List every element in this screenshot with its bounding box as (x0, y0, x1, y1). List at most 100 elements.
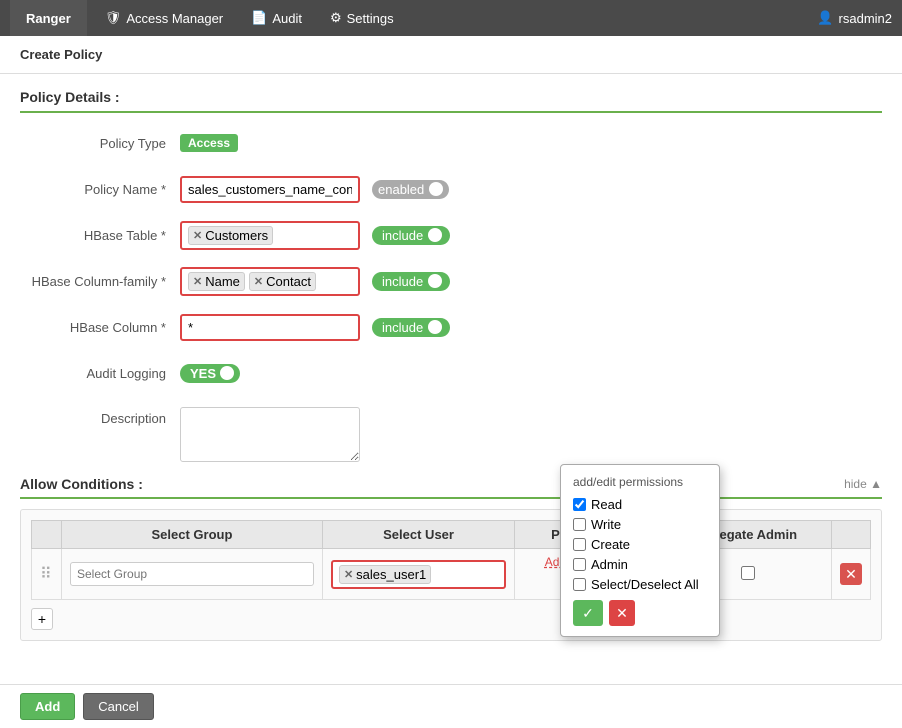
name-tag-label: Name (205, 274, 240, 289)
perm-read-row: Read (573, 497, 707, 512)
drag-cell: ⠿ (32, 549, 62, 600)
hide-link[interactable]: hide ▲ (844, 477, 882, 491)
allow-conditions-title: Allow Conditions : (20, 476, 143, 492)
description-group: Description (20, 403, 882, 462)
perm-write-label: Write (591, 517, 621, 532)
hbase-table-include-label: include (382, 228, 423, 243)
policy-type-group: Policy Type Access (20, 127, 882, 159)
perm-admin-row: Admin (573, 557, 707, 572)
perm-write-row: Write (573, 517, 707, 532)
policy-type-badge: Access (180, 134, 238, 152)
customers-tag-remove[interactable]: ✕ (193, 229, 202, 242)
file-icon: 📄 (251, 10, 267, 26)
policy-name-input[interactable] (180, 176, 360, 203)
brand-logo: Ranger (10, 0, 87, 36)
select-group-cell (62, 549, 323, 600)
add-button[interactable]: Add (20, 693, 75, 720)
perm-select-all-checkbox[interactable] (573, 578, 586, 591)
popup-actions: ✓ ✕ (573, 600, 707, 626)
permissions-popup: add/edit permissions Read Write Create A… (560, 464, 720, 637)
hbase-column-include-label: include (382, 320, 423, 335)
name-tag: ✕ Name (188, 272, 245, 291)
select-group-input[interactable] (70, 562, 314, 586)
perm-create-label: Create (591, 537, 630, 552)
page-title: Create Policy (20, 47, 102, 62)
perm-write-checkbox[interactable] (573, 518, 586, 531)
hbase-table-label: HBase Table * (20, 228, 180, 243)
perm-admin-checkbox[interactable] (573, 558, 586, 571)
perm-read-label: Read (591, 497, 622, 512)
nav-access-manager[interactable]: 🛡 Access Manager (91, 0, 237, 36)
perm-read-checkbox[interactable] (573, 498, 586, 511)
permissions-popup-title: add/edit permissions (573, 475, 707, 489)
customers-tag: ✕ Customers (188, 226, 273, 245)
hbase-column-family-group: HBase Column-family * ✕ Name ✕ Contact i… (20, 265, 882, 297)
hbase-table-input[interactable]: ✕ Customers (180, 221, 360, 250)
user-icon: 👤 (817, 10, 833, 26)
gear-icon: ⚙ (330, 10, 342, 26)
toggle-knob (429, 182, 443, 196)
toggle-knob (220, 366, 234, 380)
sales-user1-tag-remove[interactable]: ✕ (344, 568, 353, 581)
add-row-button[interactable]: + (31, 608, 53, 630)
cancel-button[interactable]: Cancel (83, 693, 153, 720)
toggle-knob (428, 228, 442, 242)
contact-tag-remove[interactable]: ✕ (254, 275, 263, 288)
audit-logging-label: Audit Logging (20, 366, 180, 381)
nav-audit[interactable]: 📄 Audit (237, 0, 316, 36)
conditions-table: Select Group Select User Permissions Del… (31, 520, 871, 600)
hbase-column-family-input[interactable]: ✕ Name ✕ Contact (180, 267, 360, 296)
footer-buttons: Add Cancel (0, 684, 902, 728)
audit-logging-value: YES (190, 366, 216, 381)
toggle-knob (428, 320, 442, 334)
select-user-header: Select User (322, 521, 514, 549)
delete-col-header (832, 521, 871, 549)
topbar: Ranger 🛡 Access Manager 📄 Audit ⚙ Settin… (0, 0, 902, 36)
table-row: ⠿ ✕ sales_user1 (32, 549, 871, 600)
conditions-table-wrap: Select Group Select User Permissions Del… (20, 509, 882, 641)
user-info: 👤 rsadmin2 (817, 10, 892, 26)
page-header: Create Policy (0, 36, 902, 74)
audit-logging-group: Audit Logging YES (20, 357, 882, 389)
delegate-admin-checkbox[interactable] (741, 566, 755, 580)
select-user-cell: ✕ sales_user1 (322, 549, 514, 600)
contact-tag-label: Contact (266, 274, 311, 289)
hbase-table-include-toggle[interactable]: include (372, 226, 450, 245)
delete-row-button[interactable]: ✕ (840, 563, 862, 585)
policy-name-group: Policy Name * enabled (20, 173, 882, 205)
nav-settings[interactable]: ⚙ Settings (316, 0, 408, 36)
hbase-column-family-include-wrap: include (372, 272, 450, 291)
perm-create-checkbox[interactable] (573, 538, 586, 551)
hbase-column-include-toggle[interactable]: include (372, 318, 450, 337)
description-label: Description (20, 407, 180, 426)
drag-handle-icon[interactable]: ⠿ (40, 566, 52, 583)
select-user-input[interactable]: ✕ sales_user1 (331, 560, 506, 589)
perm-select-all-label: Select/Deselect All (591, 577, 699, 592)
permissions-popup-box: add/edit permissions Read Write Create A… (560, 464, 720, 637)
popup-cancel-button[interactable]: ✕ (609, 600, 635, 626)
popup-ok-button[interactable]: ✓ (573, 600, 603, 626)
name-tag-remove[interactable]: ✕ (193, 275, 202, 288)
policy-type-label: Policy Type (20, 136, 180, 151)
drag-col-header (32, 521, 62, 549)
hbase-column-family-include-toggle[interactable]: include (372, 272, 450, 291)
audit-logging-toggle[interactable]: YES (180, 364, 240, 383)
policy-details-title: Policy Details : (20, 89, 882, 113)
perm-create-row: Create (573, 537, 707, 552)
hbase-column-label: HBase Column * (20, 320, 180, 335)
enabled-toggle-wrap: enabled (372, 180, 449, 199)
policy-name-label: Policy Name * (20, 182, 180, 197)
customers-tag-label: Customers (205, 228, 268, 243)
description-textarea[interactable] (180, 407, 360, 462)
hbase-table-group: HBase Table * ✕ Customers include (20, 219, 882, 251)
toggle-knob (428, 274, 442, 288)
username: rsadmin2 (839, 11, 892, 26)
perm-admin-label: Admin (591, 557, 628, 572)
page-container: Create Policy Policy Details : Policy Ty… (0, 36, 902, 728)
hbase-column-input[interactable] (180, 314, 360, 341)
hbase-column-family-label: HBase Column-family * (20, 274, 180, 289)
enabled-toggle[interactable]: enabled (372, 180, 449, 199)
perm-select-all-row: Select/Deselect All (573, 577, 707, 592)
hbase-column-family-include-label: include (382, 274, 423, 289)
allow-conditions-header: Allow Conditions : hide ▲ (20, 476, 882, 499)
